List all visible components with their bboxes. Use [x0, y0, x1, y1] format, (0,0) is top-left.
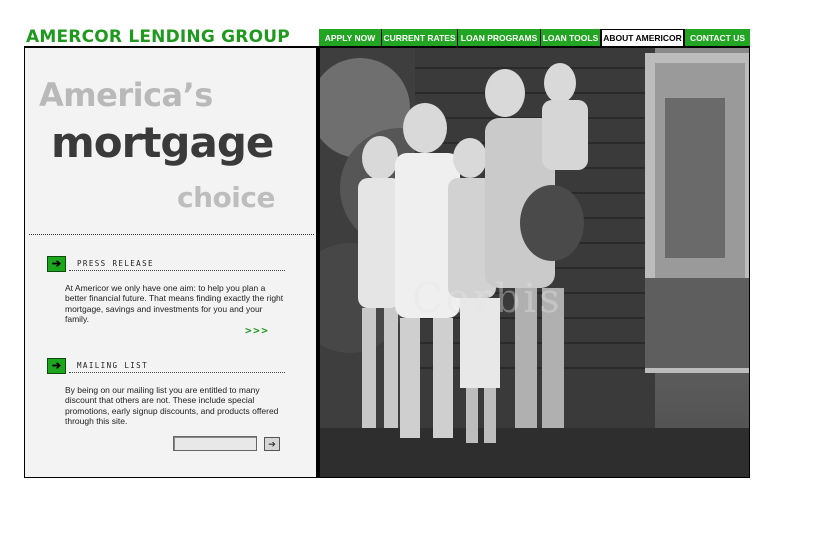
hero-line-3: choice	[177, 181, 275, 214]
arrow-right-icon[interactable]: ➔	[47, 358, 66, 374]
site-logo[interactable]: AMERCOR LENDING GROUP	[26, 27, 316, 47]
press-release-more-link[interactable]: >>>	[245, 324, 269, 337]
mailing-list-body: By being on our mailing list you are ent…	[65, 385, 279, 426]
mailing-list-title: MAILING LIST	[77, 361, 148, 370]
hero-photo: Corbis	[319, 47, 750, 478]
family-photo	[320, 48, 749, 477]
photo-watermark: Corbis	[412, 276, 563, 322]
press-release-title: PRESS RELEASE	[77, 259, 154, 268]
email-field[interactable]	[173, 436, 257, 451]
left-panel: America’s mortgage choice ➔ PRESS RELEAS…	[24, 47, 317, 478]
section-rule	[69, 372, 285, 373]
press-release-body: At Americor we only have one aim: to hel…	[65, 283, 284, 324]
nav-loan-programs[interactable]: LOAN PROGRAMS	[458, 29, 540, 47]
nav-about-americor[interactable]: ABOUT AMERICOR	[601, 29, 684, 47]
hero-line-1: America’s	[39, 76, 213, 114]
nav-current-rates[interactable]: CURRENT RATES	[382, 29, 457, 47]
hero-line-2: mortgage	[51, 118, 274, 167]
nav-apply-now[interactable]: APPLY NOW	[319, 29, 381, 47]
main-nav: APPLY NOW CURRENT RATES LOAN PROGRAMS LO…	[319, 29, 750, 47]
submit-arrow-icon[interactable]: ➔	[264, 437, 280, 451]
nav-contact-us[interactable]: CONTACT US	[685, 29, 750, 47]
arrow-right-icon[interactable]: ➔	[47, 256, 66, 272]
nav-loan-tools[interactable]: LOAN TOOLS	[541, 29, 600, 47]
dotted-divider	[29, 234, 314, 235]
section-rule	[69, 270, 285, 271]
